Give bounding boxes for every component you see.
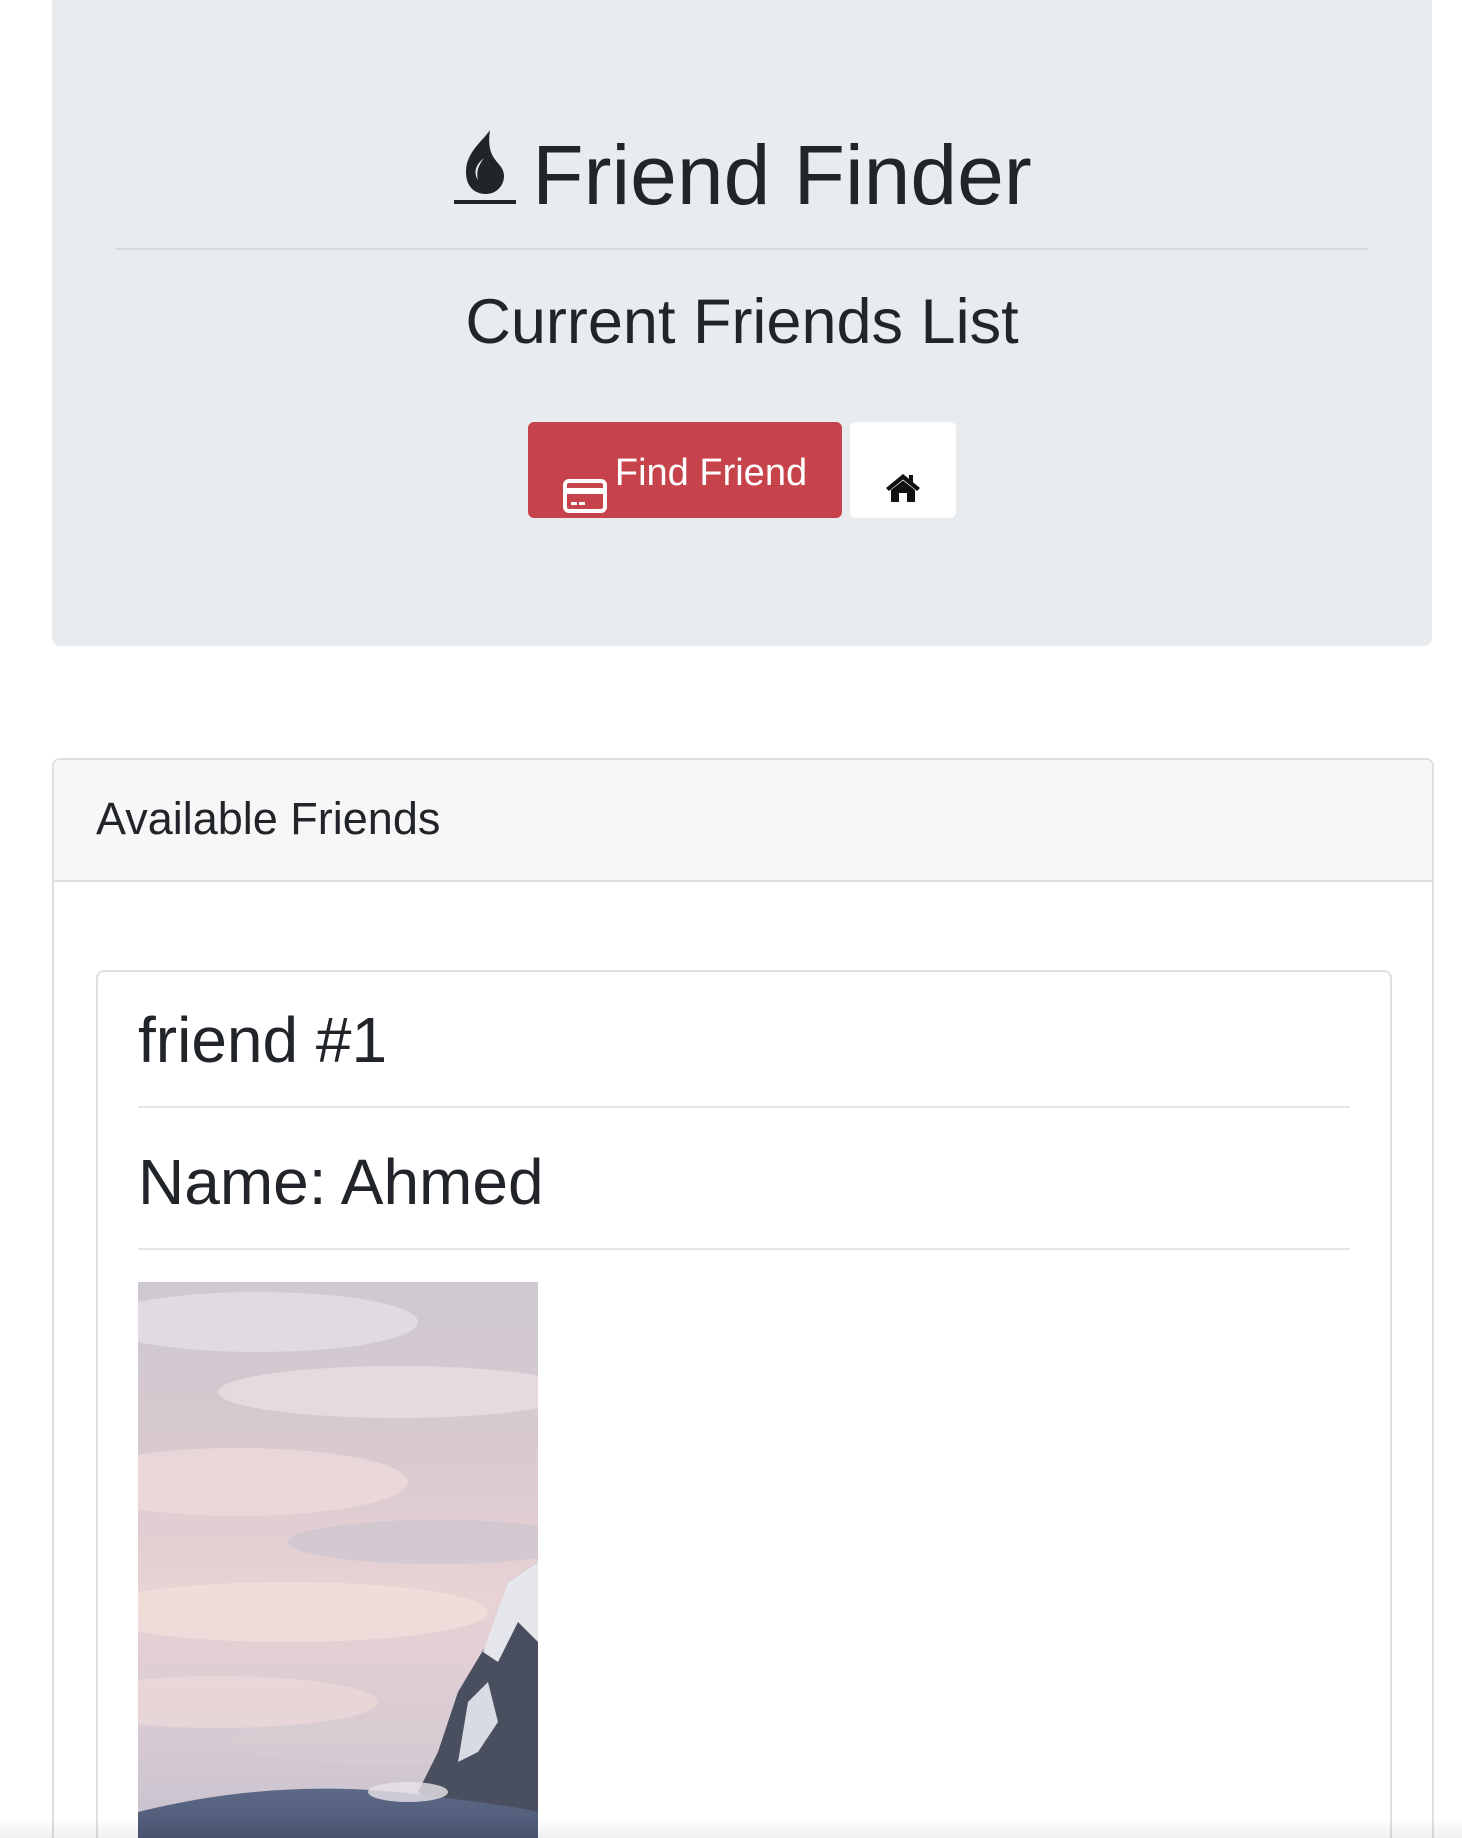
find-friend-button[interactable]: Find Friend [528, 422, 842, 518]
header-jumbotron: Friend Finder Current Friends List Find … [52, 0, 1432, 646]
header-divider [116, 248, 1368, 250]
available-friends-card: Available Friends friend #1 Name: Ahmed [52, 758, 1434, 1838]
page: Friend Finder Current Friends List Find … [0, 0, 1462, 1838]
home-button[interactable] [850, 422, 956, 518]
header-button-group: Find Friend [52, 422, 1432, 518]
card-header-title: Available Friends [96, 793, 441, 844]
friend-card: friend #1 Name: Ahmed [96, 970, 1392, 1838]
friend-number: friend #1 [138, 1004, 388, 1076]
friend-photo [138, 1282, 538, 1838]
friend-name: Name: Ahmed [138, 1146, 544, 1218]
flame-icon [452, 128, 517, 210]
page-subtitle: Current Friends List [465, 287, 1019, 357]
app-title-text: Friend Finder [532, 127, 1032, 222]
bottom-scroll-shade [0, 1818, 1462, 1838]
friend-divider [138, 1106, 1350, 1108]
friend-divider [138, 1248, 1350, 1250]
home-icon [884, 452, 922, 503]
card-header: Available Friends [54, 760, 1432, 882]
find-friend-label: Find Friend [614, 451, 808, 494]
credit-card-icon [562, 453, 607, 513]
app-title: Friend Finder [52, 118, 1432, 225]
